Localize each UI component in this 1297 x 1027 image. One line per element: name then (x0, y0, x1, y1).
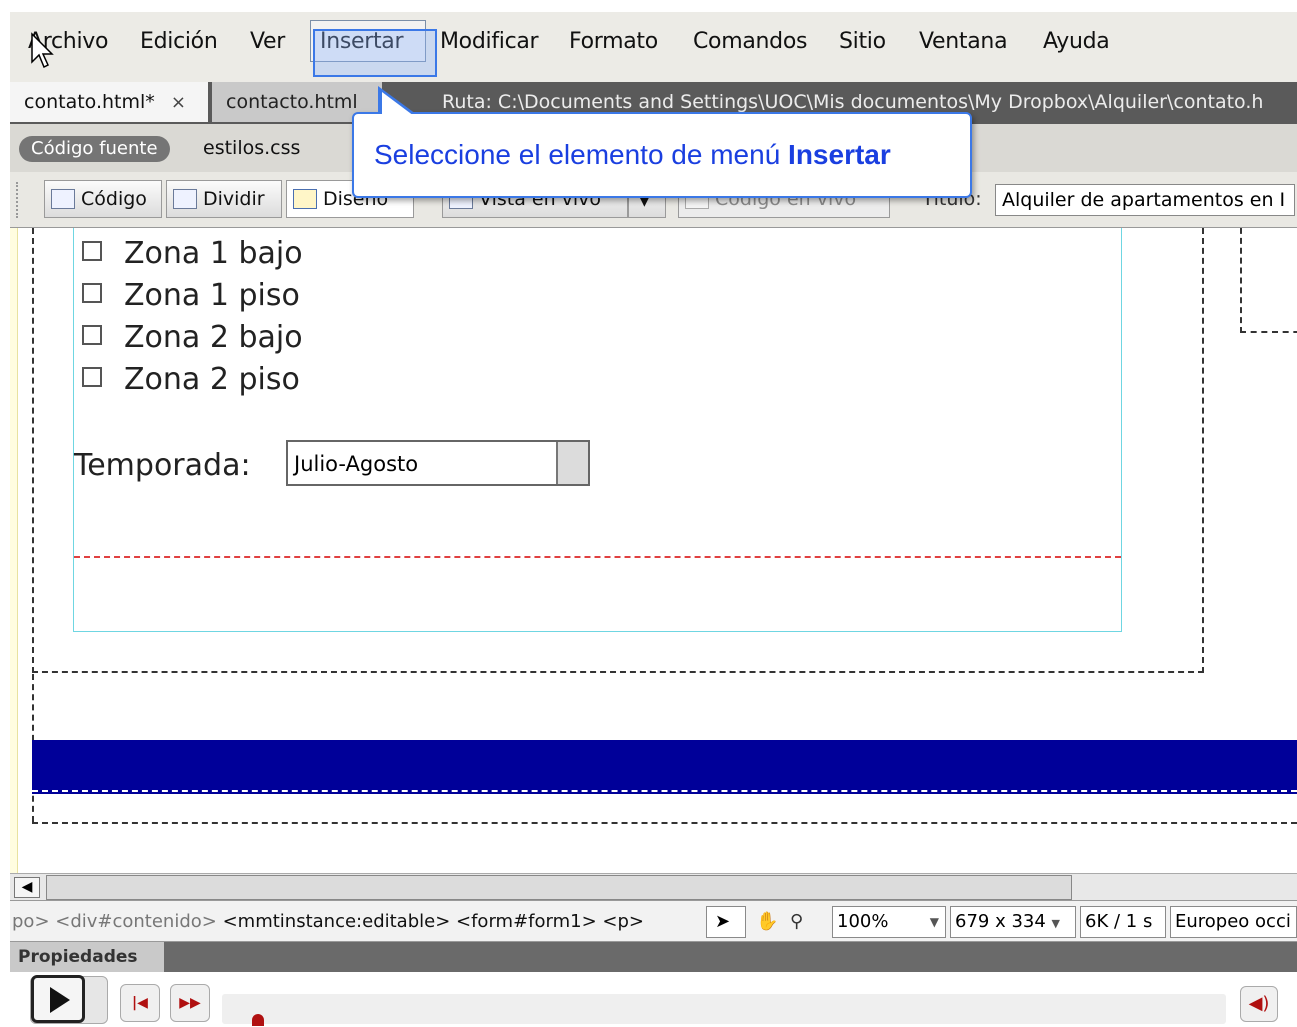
menu-comandos[interactable]: Comandos (693, 29, 807, 54)
checkbox-row[interactable]: Zona 2 bajo (82, 320, 303, 360)
zoom-value: 100% (837, 911, 889, 932)
sidebar-div-outline (1240, 228, 1297, 333)
rewind-icon[interactable]: |◀ (120, 984, 160, 1022)
callout-emphasis: Insertar (788, 139, 891, 170)
design-icon (293, 189, 317, 209)
checkbox-label: Zona 2 piso (124, 362, 300, 397)
checkbox-label: Zona 2 bajo (124, 320, 303, 355)
checkbox-label: Zona 1 piso (124, 278, 300, 313)
canvas-ruler (10, 228, 18, 873)
checkbox-row[interactable]: Zona 1 bajo (82, 236, 303, 276)
window-size-value: 679 x 334 (955, 911, 1046, 932)
tag-path[interactable]: <mmtinstance:editable> <form#form1> <p> (217, 911, 644, 932)
related-file-css[interactable]: estilos.css (203, 137, 300, 159)
temporada-select[interactable]: Julio-Agosto (286, 440, 590, 486)
code-view-button[interactable]: Código (44, 180, 162, 218)
tutorial-callout: Seleccione el elemento de menú Insertar (352, 112, 972, 198)
fast-forward-icon[interactable]: ▶▶ (170, 984, 210, 1022)
select-tool-icon[interactable]: ➤ (706, 906, 746, 938)
temporada-select-value: Julio-Agosto (294, 452, 419, 476)
properties-tab[interactable]: Propiedades (10, 942, 164, 972)
encoding: Europeo occi (1170, 906, 1297, 938)
split-icon (173, 189, 197, 209)
menu-modificar[interactable]: Modificar (440, 29, 539, 54)
scroll-left-icon[interactable]: ◀ (14, 877, 40, 898)
tab-contacto-label: contacto.html (226, 91, 358, 113)
checkbox[interactable] (82, 325, 102, 345)
document-path: Ruta: C:\Documents and Settings\UOC\Mis … (442, 91, 1264, 113)
callout-message: Seleccione el elemento de menú (374, 139, 789, 170)
close-icon[interactable]: × (171, 92, 186, 113)
source-code-button[interactable]: Código fuente (19, 136, 170, 162)
menu-formato[interactable]: Formato (569, 29, 658, 54)
zoom-select[interactable]: 100% ▼ (832, 906, 946, 938)
volume-icon[interactable]: ◀) (1240, 986, 1278, 1022)
tag-selector-bar: po> <div#contenido> <mmtinstance:editabl… (10, 900, 1297, 942)
menu-ayuda[interactable]: Ayuda (1043, 29, 1110, 54)
code-view-label: Código (81, 188, 147, 210)
chevron-down-icon: ▼ (1051, 917, 1061, 930)
callout-pointer-fill (382, 92, 414, 116)
menu-edicion[interactable]: Edición (140, 29, 218, 54)
horizontal-scrollbar[interactable]: ◀ (10, 873, 1297, 900)
properties-panel: Propiedades (10, 942, 1297, 972)
split-view-button[interactable]: Dividir (166, 180, 282, 218)
insertar-highlight (313, 29, 437, 77)
checkbox[interactable] (82, 367, 102, 387)
toolbar-grip (16, 182, 22, 218)
tab-contato-label: contato.html* (24, 91, 155, 113)
play-triangle (50, 987, 70, 1013)
play-icon (31, 975, 85, 1023)
chevron-down-icon: ▼ (929, 915, 939, 929)
container-outline-bottom (32, 822, 1297, 824)
code-icon (51, 189, 75, 209)
design-canvas[interactable]: Zona 1 bajo Zona 1 piso Zona 2 bajo Zona… (10, 228, 1297, 873)
checkbox-row[interactable]: Zona 1 piso (82, 278, 300, 318)
callout-text: Seleccione el elemento de menú Insertar (374, 139, 891, 171)
window-size-select[interactable]: 679 x 334 ▼ (950, 906, 1076, 938)
menu-bar: Archivo Edición Ver Insertar Modificar F… (10, 12, 1297, 82)
progress-marker[interactable] (252, 1014, 264, 1026)
checkbox-label: Zona 1 bajo (124, 236, 303, 271)
menu-ventana[interactable]: Ventana (919, 29, 1008, 54)
play-button[interactable] (30, 975, 108, 1024)
paragraph-outline (74, 556, 1121, 558)
progress-track[interactable] (222, 994, 1226, 1024)
footer-bar (32, 740, 1297, 794)
split-view-label: Dividir (203, 188, 265, 210)
zoom-tool-icon[interactable]: ⚲ (790, 911, 803, 932)
hand-tool-icon[interactable]: ✋ (756, 911, 778, 932)
mouse-cursor-icon (31, 32, 54, 69)
tab-contato[interactable]: contato.html* × (10, 82, 208, 122)
temporada-label: Temporada: (74, 448, 251, 483)
footer-outline (32, 790, 1297, 792)
tag-selector[interactable]: po> <div#contenido> <mmtinstance:editabl… (12, 911, 644, 932)
scroll-thumb[interactable] (46, 875, 1072, 900)
document-title-input[interactable]: Alquiler de apartamentos en I (995, 184, 1295, 216)
menu-sitio[interactable]: Sitio (839, 29, 886, 54)
player-controls: |◀ ▶▶ ◀) (0, 972, 1297, 1027)
checkbox[interactable] (82, 241, 102, 261)
download-size: 6K / 1 s (1080, 906, 1166, 938)
tag-path-faded[interactable]: po> <div#contenido> (12, 911, 217, 932)
select-arrow-button[interactable] (556, 442, 588, 484)
checkbox[interactable] (82, 283, 102, 303)
checkbox-row[interactable]: Zona 2 piso (82, 362, 300, 402)
menu-ver[interactable]: Ver (250, 29, 285, 54)
